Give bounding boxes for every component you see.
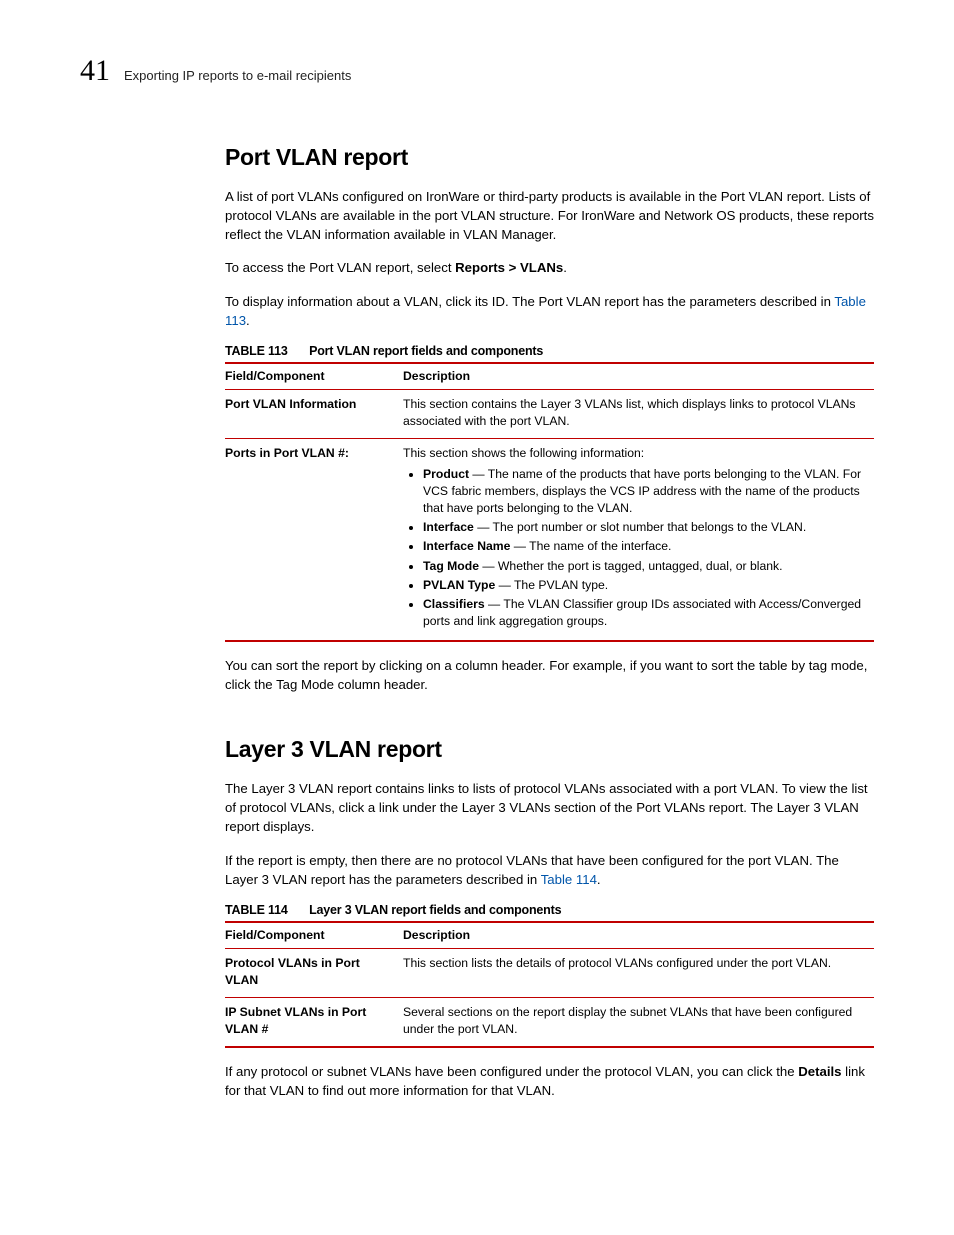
cell-field: Protocol VLANs in Port VLAN bbox=[225, 948, 403, 997]
term: Tag Mode bbox=[423, 559, 479, 573]
text: . bbox=[563, 260, 567, 275]
definition: — Whether the port is tagged, untagged, … bbox=[479, 559, 783, 573]
cell-description: This section contains the Layer 3 VLANs … bbox=[403, 389, 874, 438]
cell-field: Ports in Port VLAN #: bbox=[225, 439, 403, 641]
text: . bbox=[246, 313, 250, 328]
list-item: Classifiers — The VLAN Classifier group … bbox=[423, 596, 864, 630]
running-header: 41 Exporting IP reports to e-mail recipi… bbox=[80, 56, 874, 86]
text: This section shows the following informa… bbox=[403, 446, 644, 460]
cell-description: This section shows the following informa… bbox=[403, 439, 874, 641]
paragraph: If the report is empty, then there are n… bbox=[225, 851, 874, 889]
definition: — The VLAN Classifier group IDs associat… bbox=[423, 597, 861, 628]
term: PVLAN Type bbox=[423, 578, 495, 592]
term: Interface bbox=[423, 520, 474, 534]
bullet-list: Product — The name of the products that … bbox=[403, 466, 864, 630]
chapter-number: 41 bbox=[80, 56, 110, 86]
table-title: Port VLAN report fields and components bbox=[309, 344, 543, 358]
heading-layer3-vlan-report: Layer 3 VLAN report bbox=[225, 736, 874, 763]
table-114: Field/Component Description Protocol VLA… bbox=[225, 921, 874, 1048]
paragraph: To display information about a VLAN, cli… bbox=[225, 292, 874, 330]
table-label: TABLE 114 bbox=[225, 903, 288, 917]
table-113-caption: TABLE 113 Port VLAN report fields and co… bbox=[225, 344, 874, 358]
main-content: Port VLAN report A list of port VLANs co… bbox=[225, 144, 874, 1101]
text: To access the Port VLAN report, select bbox=[225, 260, 455, 275]
paragraph: You can sort the report by clicking on a… bbox=[225, 656, 874, 694]
table-113: Field/Component Description Port VLAN In… bbox=[225, 362, 874, 642]
definition: — The name of the products that have por… bbox=[423, 467, 861, 515]
col-header-description: Description bbox=[403, 922, 874, 949]
document-page: 41 Exporting IP reports to e-mail recipi… bbox=[0, 0, 954, 1175]
paragraph: The Layer 3 VLAN report contains links t… bbox=[225, 779, 874, 836]
table-row: IP Subnet VLANs in Port VLAN # Several s… bbox=[225, 998, 874, 1048]
term: Classifiers bbox=[423, 597, 485, 611]
text: If any protocol or subnet VLANs have bee… bbox=[225, 1064, 798, 1079]
text: . bbox=[597, 872, 601, 887]
paragraph: A list of port VLANs configured on IronW… bbox=[225, 187, 874, 244]
table-label: TABLE 113 bbox=[225, 344, 288, 358]
paragraph: To access the Port VLAN report, select R… bbox=[225, 258, 874, 277]
term: Interface Name bbox=[423, 539, 510, 553]
list-item: Interface Name — The name of the interfa… bbox=[423, 538, 864, 555]
definition: — The PVLAN type. bbox=[495, 578, 608, 592]
col-header-field: Field/Component bbox=[225, 363, 403, 390]
col-header-description: Description bbox=[403, 363, 874, 390]
list-item: PVLAN Type — The PVLAN type. bbox=[423, 577, 864, 594]
text: If the report is empty, then there are n… bbox=[225, 853, 839, 887]
table-row: Protocol VLANs in Port VLAN This section… bbox=[225, 948, 874, 997]
link-name: Details bbox=[798, 1064, 841, 1079]
definition: — The port number or slot number that be… bbox=[474, 520, 806, 534]
menu-path: Reports > VLANs bbox=[455, 260, 563, 275]
table-title: Layer 3 VLAN report fields and component… bbox=[309, 903, 561, 917]
table-row: Port VLAN Information This section conta… bbox=[225, 389, 874, 438]
table-row: Ports in Port VLAN #: This section shows… bbox=[225, 439, 874, 641]
list-item: Product — The name of the products that … bbox=[423, 466, 864, 517]
cell-description: Several sections on the report display t… bbox=[403, 998, 874, 1048]
table-114-caption: TABLE 114 Layer 3 VLAN report fields and… bbox=[225, 903, 874, 917]
paragraph: If any protocol or subnet VLANs have bee… bbox=[225, 1062, 874, 1100]
list-item: Tag Mode — Whether the port is tagged, u… bbox=[423, 558, 864, 575]
definition: — The name of the interface. bbox=[510, 539, 671, 553]
cell-field: IP Subnet VLANs in Port VLAN # bbox=[225, 998, 403, 1048]
cell-description: This section lists the details of protoc… bbox=[403, 948, 874, 997]
col-header-field: Field/Component bbox=[225, 922, 403, 949]
term: Product bbox=[423, 467, 469, 481]
text: To display information about a VLAN, cli… bbox=[225, 294, 834, 309]
cell-field: Port VLAN Information bbox=[225, 389, 403, 438]
running-title: Exporting IP reports to e-mail recipient… bbox=[124, 68, 351, 83]
list-item: Interface — The port number or slot numb… bbox=[423, 519, 864, 536]
link-table-114[interactable]: Table 114 bbox=[541, 872, 597, 887]
heading-port-vlan-report: Port VLAN report bbox=[225, 144, 874, 171]
